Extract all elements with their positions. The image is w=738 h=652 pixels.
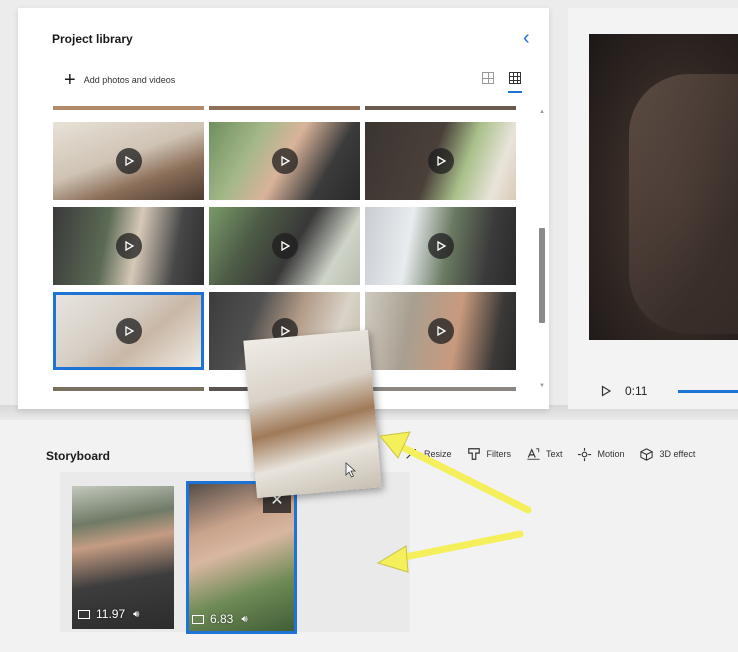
- media-thumbnail[interactable]: [209, 207, 360, 285]
- play-icon: [115, 148, 142, 174]
- media-thumbnail[interactable]: [53, 122, 204, 200]
- volume-icon[interactable]: 🔊︎: [241, 614, 247, 625]
- media-thumbnail[interactable]: [365, 106, 516, 110]
- text-button[interactable]: Text: [525, 446, 563, 462]
- 3d-effects-button[interactable]: 3D effect: [639, 446, 695, 462]
- play-icon: [427, 318, 454, 344]
- filters-icon: [466, 446, 482, 462]
- play-icon: [427, 148, 454, 174]
- media-thumbnail-selected[interactable]: [53, 292, 204, 370]
- video-preview-pane: 0:11: [568, 8, 738, 409]
- video-preview[interactable]: [589, 34, 738, 340]
- media-thumbnail[interactable]: [365, 292, 516, 370]
- text-icon: [525, 446, 541, 462]
- resize-button[interactable]: Resize: [403, 446, 452, 462]
- media-thumbnail[interactable]: [53, 207, 204, 285]
- motion-icon: [577, 446, 593, 462]
- play-icon: [271, 233, 298, 259]
- mouse-cursor-icon: [345, 462, 357, 478]
- storyboard-title: Storyboard: [46, 449, 111, 463]
- video-clip-icon: [192, 614, 204, 624]
- plus-icon: +: [64, 69, 76, 91]
- dragged-clip[interactable]: [243, 329, 382, 499]
- media-thumbnail[interactable]: [365, 122, 516, 200]
- media-thumbnail[interactable]: [53, 106, 204, 110]
- play-icon: [115, 318, 142, 344]
- video-clip-icon: [78, 609, 90, 619]
- playback-time: 0:11: [625, 384, 648, 398]
- seek-bar[interactable]: [678, 390, 738, 393]
- filters-button[interactable]: Filters: [466, 446, 511, 462]
- play-icon: [115, 233, 142, 259]
- volume-icon[interactable]: 🔊︎: [133, 609, 139, 620]
- media-thumbnail[interactable]: [209, 106, 360, 110]
- add-photos-label: Add photos and videos: [83, 75, 176, 85]
- project-library-title: Project library: [52, 32, 133, 46]
- library-scrollbar[interactable]: ▲ ▼: [538, 108, 546, 390]
- chevron-left-icon[interactable]: ‹: [523, 28, 530, 48]
- play-icon[interactable]: [600, 384, 612, 397]
- motion-button[interactable]: Motion: [577, 446, 625, 462]
- media-thumbnail[interactable]: [365, 207, 516, 285]
- storyboard-toolbar: Resize Filters Text Motion 3D effect: [403, 446, 695, 462]
- storyboard-clip[interactable]: 11.97 🔊︎: [72, 486, 174, 629]
- 3d-effects-icon: [639, 446, 655, 462]
- scroll-up-icon[interactable]: ▲: [538, 108, 546, 116]
- scrollbar-thumb[interactable]: [539, 228, 545, 323]
- resize-icon: [403, 446, 419, 462]
- play-icon: [427, 233, 454, 259]
- grid-small-icon[interactable]: [480, 70, 496, 86]
- media-thumbnail[interactable]: [53, 387, 204, 391]
- play-icon: [271, 148, 298, 174]
- add-photos-and-videos-button[interactable]: + Add photos and videos: [64, 69, 176, 91]
- grid-large-icon[interactable]: [507, 70, 523, 93]
- clip-duration: 11.97 🔊︎: [78, 607, 139, 621]
- media-thumbnail[interactable]: [209, 122, 360, 200]
- media-thumbnail[interactable]: [365, 387, 516, 391]
- clip-duration: 6.83 🔊︎: [192, 612, 248, 626]
- scroll-down-icon[interactable]: ▼: [538, 382, 546, 390]
